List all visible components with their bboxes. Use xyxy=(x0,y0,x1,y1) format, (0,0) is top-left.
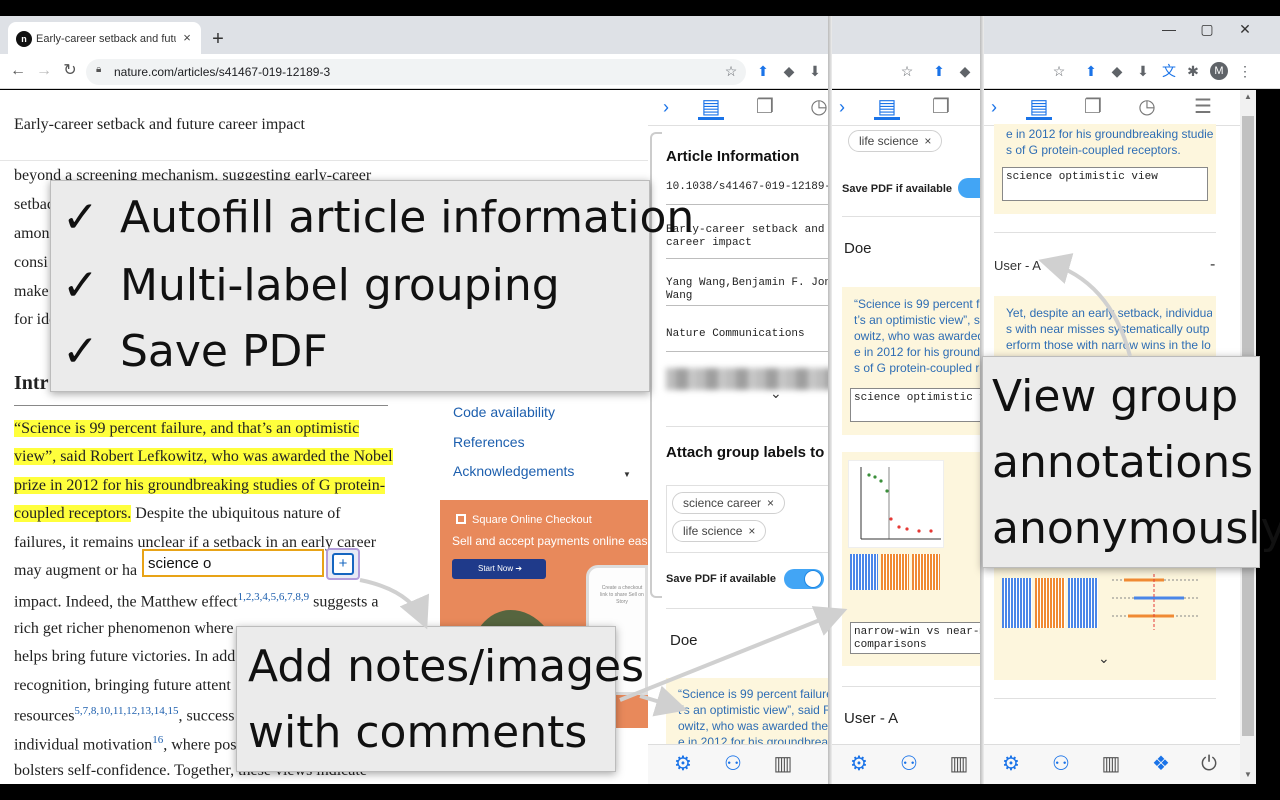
pointer-arrows xyxy=(359,253,1132,717)
